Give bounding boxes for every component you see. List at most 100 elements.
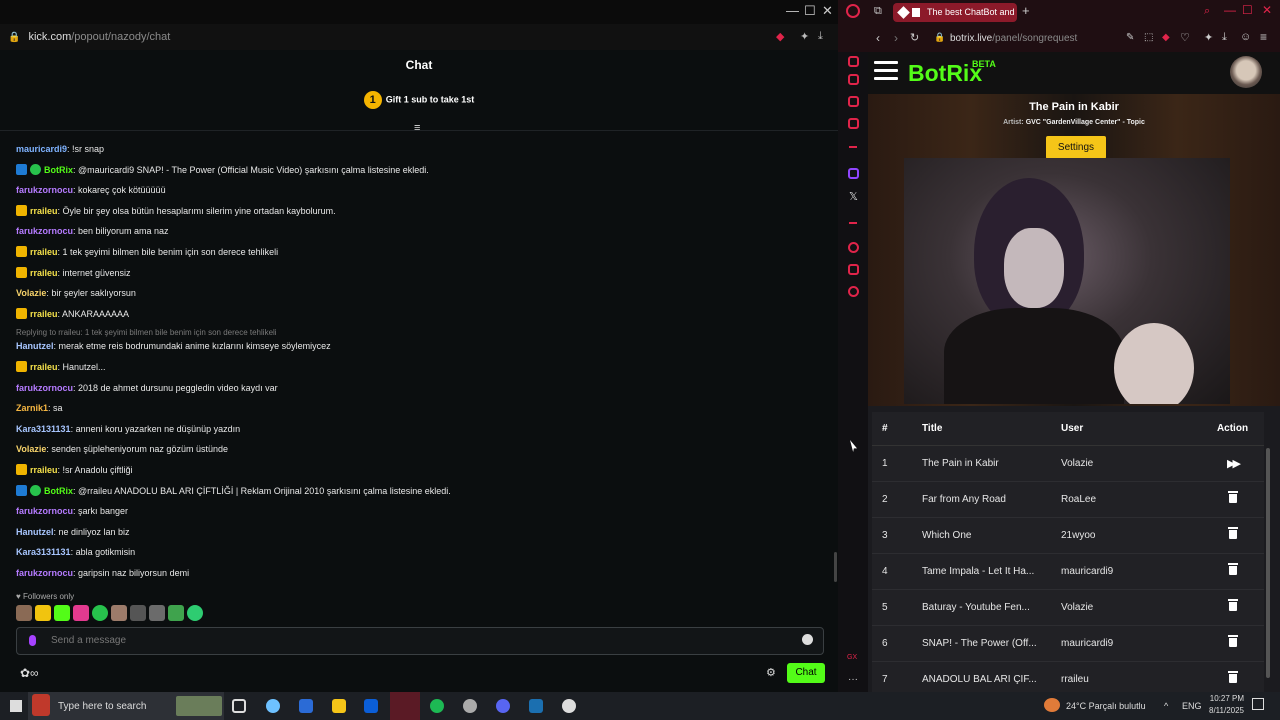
download-icon-right[interactable]: ⤓ (1222, 31, 1227, 44)
store-icon[interactable] (299, 699, 313, 713)
outlook-icon[interactable] (364, 699, 378, 713)
emote-9[interactable] (168, 605, 184, 621)
microphone-icon[interactable] (29, 635, 36, 646)
copilot-icon[interactable] (266, 699, 280, 713)
search-tabs-icon[interactable]: ⌕ (1204, 5, 1210, 18)
extensions-icon[interactable]: ✦ (800, 30, 809, 43)
heart-icon[interactable]: ♡ (1180, 31, 1190, 44)
chat-username[interactable]: Kara3131131 (16, 547, 71, 557)
weather-icon[interactable] (1044, 698, 1060, 712)
tray-chevron-icon[interactable]: ^ (1164, 701, 1168, 711)
trash-icon[interactable] (1227, 526, 1238, 539)
chat-username[interactable]: rraileu (30, 309, 58, 319)
twitch-icon[interactable] (848, 168, 859, 179)
chat-username[interactable]: farukzornocu (16, 383, 73, 393)
menu-icon[interactable]: ≡ (1260, 30, 1267, 44)
browser-icon[interactable] (562, 699, 576, 713)
gx-icon[interactable]: GX (847, 654, 857, 661)
emote-4[interactable] (73, 605, 89, 621)
chat-username[interactable]: rraileu (30, 465, 58, 475)
app-icon[interactable] (463, 699, 477, 713)
emote-6[interactable] (111, 605, 127, 621)
trash-icon[interactable] (1227, 562, 1238, 575)
chat-scrollbar[interactable] (834, 552, 837, 582)
sidebar-instagram-icon[interactable] (848, 118, 859, 129)
chat-username[interactable]: farukzornocu (16, 226, 73, 236)
minimize-icon[interactable]: — (786, 3, 799, 18)
gear-icon[interactable]: ⚙ (766, 666, 776, 679)
skip-icon[interactable]: ▶▶ (1227, 458, 1241, 470)
chat-username[interactable]: BotRix (44, 165, 73, 175)
notification-icon[interactable] (1252, 698, 1264, 710)
hamburger-icon[interactable] (874, 61, 898, 81)
send-chat-button[interactable]: Chat (787, 663, 825, 683)
tab-botrix[interactable]: The best ChatBot and (893, 3, 1017, 22)
chat-username[interactable]: farukzornocu (16, 185, 73, 195)
settings-sidebar-icon[interactable] (848, 286, 859, 297)
back-icon[interactable]: ‹ (876, 31, 880, 45)
chat-username[interactable]: rraileu (30, 247, 58, 257)
extensions-sidebar-icon[interactable] (848, 264, 859, 275)
chat-username[interactable]: Kara3131131 (16, 424, 71, 434)
weather-text[interactable]: 24°C Parçalı bulutlu (1066, 701, 1146, 711)
trash-icon[interactable] (1227, 634, 1238, 647)
maximize-icon-right[interactable]: ☐ (1242, 3, 1253, 17)
extensions-icon-right[interactable]: ✦ (1204, 31, 1213, 44)
settings-button[interactable]: Settings (1046, 136, 1106, 159)
chat-username[interactable]: BotRix (44, 486, 73, 496)
chat-username[interactable]: Hanutzel (16, 527, 54, 537)
avatar[interactable] (1230, 56, 1262, 88)
profile-icon[interactable]: ☺ (1240, 31, 1251, 43)
spotify-icon[interactable] (430, 699, 444, 713)
emote-1[interactable] (16, 605, 32, 621)
chat-username[interactable]: Volazie (16, 288, 46, 298)
emote-5[interactable] (92, 605, 108, 621)
reload-icon[interactable]: ↻ (910, 31, 919, 44)
emote-7[interactable] (130, 605, 146, 621)
trash-icon[interactable] (1227, 670, 1238, 683)
emote-10[interactable] (187, 605, 203, 621)
message-input[interactable]: Send a message (16, 627, 824, 655)
forward-icon[interactable]: › (894, 31, 898, 45)
emote-3[interactable] (54, 605, 70, 621)
queue-scrollbar[interactable] (1266, 448, 1270, 678)
chat-username[interactable]: farukzornocu (16, 568, 73, 578)
pocket-icon-right[interactable]: ◆ (1162, 32, 1170, 43)
video-player[interactable] (904, 158, 1230, 404)
download-icon[interactable]: ⤓ (818, 30, 823, 43)
close-icon-right[interactable]: ✕ (1262, 3, 1272, 17)
close-icon[interactable]: ✕ (822, 3, 833, 19)
reply-context[interactable]: Replying to rraileu: 1 tek şeyimi bilmen… (16, 327, 816, 339)
more-icon[interactable]: ··· (848, 674, 858, 685)
left-url-bar[interactable]: 🔒 kick.com/popout/nazody/chat ◆ ✦ ⤓ (0, 24, 838, 50)
chat-username[interactable]: Zarnik1 (16, 403, 48, 413)
chat-username[interactable]: Hanutzel (16, 341, 54, 351)
pocket-icon[interactable]: ◆ (776, 30, 784, 43)
task-view-icon[interactable] (232, 699, 246, 713)
clock-date[interactable]: 8/11/2025 (1204, 706, 1244, 715)
x-twitter-icon[interactable]: 𝕏 (849, 190, 858, 203)
emote-2[interactable] (35, 605, 51, 621)
language-indicator[interactable]: ENG (1182, 701, 1202, 711)
chat-username[interactable]: farukzornocu (16, 506, 73, 516)
file-explorer-icon[interactable] (332, 699, 346, 713)
windows-start-icon[interactable] (10, 700, 22, 712)
minimize-icon-right[interactable]: — (1224, 3, 1236, 17)
collapse-icon[interactable]: ≡ (414, 122, 420, 134)
infinity-icon[interactable]: ✿∞ (20, 666, 39, 680)
sidebar-messenger-icon[interactable] (848, 96, 859, 107)
gift-sub-banner[interactable]: 1 Gift 1 sub to take 1st (0, 91, 838, 109)
sidebar-bag-icon[interactable] (848, 74, 859, 85)
chat-username[interactable]: mauricardi9 (16, 144, 67, 154)
taskbar-search[interactable]: Type here to search (28, 692, 224, 720)
discord-icon[interactable] (496, 699, 510, 713)
emoji-icon[interactable] (802, 634, 813, 645)
maximize-icon[interactable]: ☐ (804, 3, 816, 19)
opera-gx-icon[interactable] (390, 692, 420, 720)
sidebar-history-icon[interactable] (848, 56, 859, 67)
pin-icon[interactable]: ✎ (1126, 32, 1134, 43)
chat-username[interactable]: Volazie (16, 444, 46, 454)
chat-username[interactable]: rraileu (30, 362, 58, 372)
botrix-logo[interactable]: BotRix (908, 60, 982, 87)
new-tab-icon[interactable]: + (1022, 3, 1030, 18)
